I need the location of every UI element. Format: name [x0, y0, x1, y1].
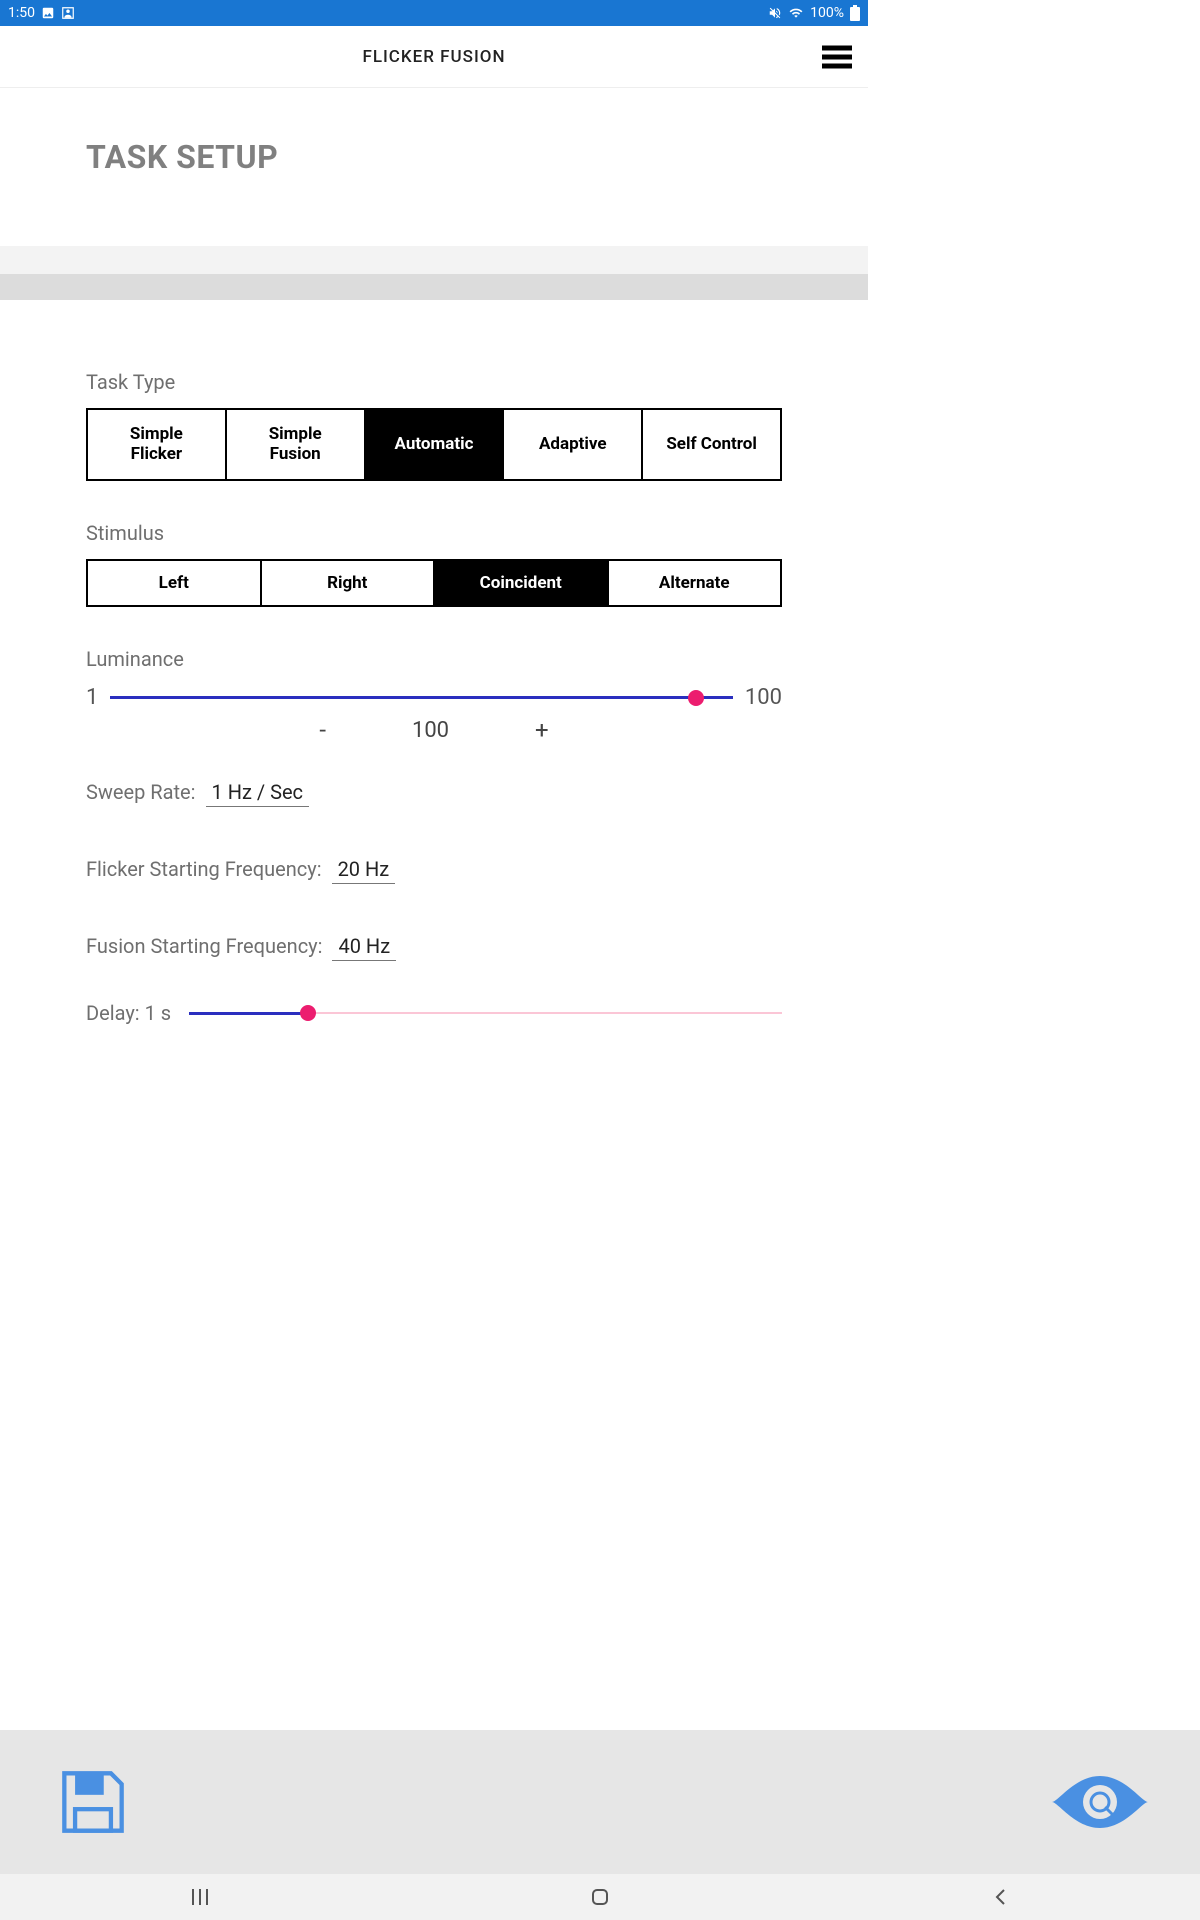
page-title-section: TASK SETUP: [0, 88, 868, 246]
divider-band: [0, 246, 868, 274]
android-status-bar: 1:50 100%: [0, 0, 868, 26]
sweep-rate-value[interactable]: 1 Hz / Sec: [206, 780, 310, 807]
status-time: 1:50: [8, 5, 35, 21]
nav-home[interactable]: [586, 1883, 614, 1911]
flicker-start-label: Flicker Starting Frequency:: [86, 857, 322, 881]
stimulus-left[interactable]: Left: [88, 561, 262, 605]
task-type-simple-flicker[interactable]: Simple Flicker: [88, 410, 227, 479]
luminance-min: 1: [86, 685, 98, 710]
divider-band: [0, 274, 868, 300]
task-type-label: Task Type: [86, 370, 782, 394]
fusion-start-value[interactable]: 40 Hz: [332, 934, 396, 961]
stimulus-label: Stimulus: [86, 521, 782, 545]
luminance-label: Luminance: [86, 647, 782, 671]
task-type-automatic[interactable]: Automatic: [366, 410, 505, 479]
task-type-self-control[interactable]: Self Control: [643, 410, 780, 479]
save-icon[interactable]: [50, 1759, 136, 1845]
battery-icon: [850, 5, 860, 21]
fusion-start-label: Fusion Starting Frequency:: [86, 934, 322, 958]
app-header: FLICKER FUSION: [0, 26, 868, 88]
delay-label: Delay: 1 s: [86, 1001, 171, 1025]
sweep-rate-label: Sweep Rate:: [86, 780, 196, 804]
task-type-simple-fusion[interactable]: Simple Fusion: [227, 410, 366, 479]
stimulus-alternate[interactable]: Alternate: [609, 561, 781, 605]
app-title: FLICKER FUSION: [362, 47, 505, 67]
luminance-decrement[interactable]: -: [319, 716, 326, 744]
android-nav-bar: [0, 1874, 1200, 1920]
luminance-value: 100: [412, 718, 449, 743]
stimulus-group: Left Right Coincident Alternate: [86, 559, 782, 607]
nav-recents[interactable]: [186, 1883, 214, 1911]
stimulus-coincident[interactable]: Coincident: [435, 561, 609, 605]
slider-thumb[interactable]: [300, 1005, 316, 1021]
person-box-icon: [61, 6, 75, 20]
preview-eye-icon[interactable]: [1050, 1771, 1150, 1833]
image-icon: [41, 6, 55, 20]
luminance-increment[interactable]: +: [535, 716, 549, 744]
battery-text: 100%: [810, 5, 844, 21]
wifi-icon: [788, 6, 804, 20]
bottom-action-bar: [0, 1730, 1200, 1874]
page-title: TASK SETUP: [86, 138, 868, 176]
luminance-max: 100: [745, 685, 782, 710]
stimulus-right[interactable]: Right: [262, 561, 436, 605]
task-type-adaptive[interactable]: Adaptive: [504, 410, 643, 479]
menu-icon[interactable]: [822, 41, 852, 72]
task-type-group: Simple Flicker Simple Fusion Automatic A…: [86, 408, 782, 481]
flicker-start-value[interactable]: 20 Hz: [332, 857, 396, 884]
luminance-slider[interactable]: [110, 688, 733, 708]
delay-slider[interactable]: [189, 1004, 782, 1022]
slider-thumb[interactable]: [688, 690, 704, 706]
mute-icon: [768, 6, 782, 20]
nav-back[interactable]: [986, 1883, 1014, 1911]
